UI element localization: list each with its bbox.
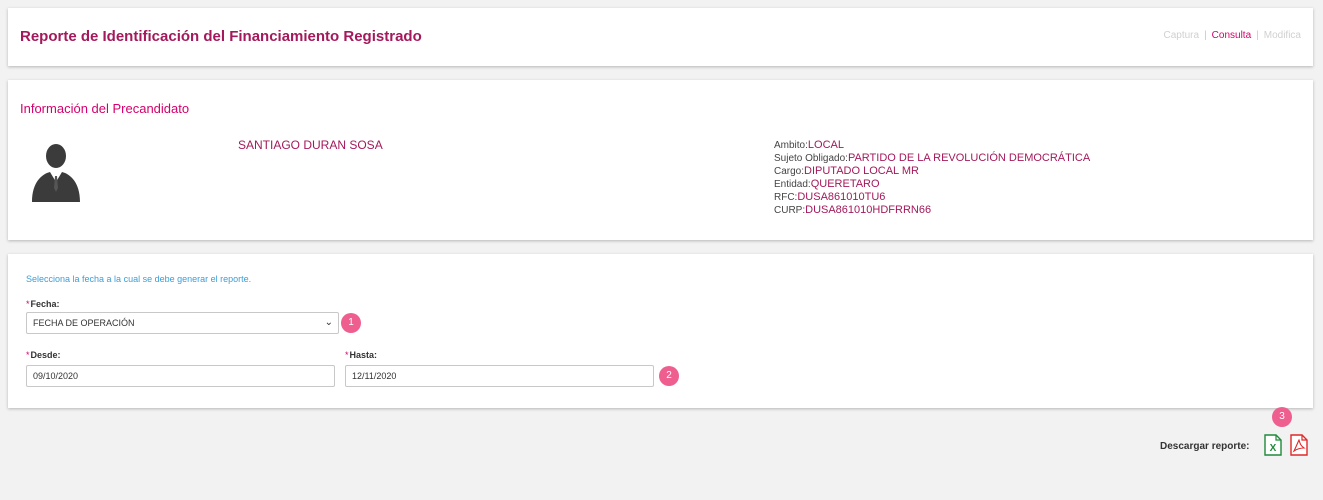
detail-sujeto-obligado: Sujeto Obligado:PARTIDO DE LA REVOLUCIÓN… bbox=[774, 152, 1091, 164]
desde-input[interactable]: 09/10/2020 bbox=[26, 365, 335, 387]
detail-curp: CURP:DUSA861010HDFRRN66 bbox=[774, 204, 932, 216]
detail-ambito: Ambito:LOCAL bbox=[774, 139, 844, 151]
nav-consulta[interactable]: Consulta bbox=[1212, 30, 1251, 41]
fecha-select[interactable]: FECHA DE OPERACIÓN ⌄ bbox=[26, 312, 339, 334]
pdf-file-icon[interactable] bbox=[1290, 434, 1308, 456]
detail-entidad: Entidad:QUERETARO bbox=[774, 178, 880, 190]
hasta-label: *Hasta: bbox=[345, 350, 378, 360]
step-badge-2: 2 bbox=[659, 366, 679, 386]
precandidato-card: Información del Precandidato SANTIAGO DU… bbox=[8, 80, 1313, 240]
detail-rfc: RFC:DUSA861010TU6 bbox=[774, 191, 886, 203]
candidate-details: Ambito:LOCAL Sujeto Obligado:PARTIDO DE … bbox=[774, 139, 1090, 217]
step-badge-1: 1 bbox=[341, 313, 361, 333]
excel-file-icon[interactable]: X bbox=[1264, 434, 1282, 456]
nav-modifica[interactable]: Modifica bbox=[1264, 30, 1301, 41]
download-label: Descargar reporte: bbox=[1160, 441, 1250, 452]
desde-label: *Desde: bbox=[26, 350, 61, 360]
hasta-input[interactable]: 12/11/2020 bbox=[345, 365, 654, 387]
report-form-card: Selecciona la fecha a la cual se debe ge… bbox=[8, 254, 1313, 408]
top-nav: Captura | Consulta | Modifica bbox=[1163, 30, 1301, 41]
nav-captura[interactable]: Captura bbox=[1163, 30, 1199, 41]
form-instructions: Selecciona la fecha a la cual se debe ge… bbox=[26, 274, 252, 284]
section-title: Información del Precandidato bbox=[20, 101, 190, 116]
detail-cargo: Cargo:DIPUTADO LOCAL MR bbox=[774, 165, 919, 177]
user-silhouette-icon bbox=[24, 138, 88, 202]
excel-letter: X bbox=[1270, 443, 1277, 454]
candidate-name: SANTIAGO DURAN SOSA bbox=[238, 138, 383, 152]
step-badge-3: 3 bbox=[1272, 407, 1292, 427]
header-card: Reporte de Identificación del Financiami… bbox=[8, 8, 1313, 66]
page-title: Reporte de Identificación del Financiami… bbox=[20, 28, 422, 45]
nav-separator: | bbox=[1256, 30, 1259, 41]
fecha-label: *Fecha: bbox=[26, 299, 60, 309]
nav-separator: | bbox=[1204, 30, 1207, 41]
chevron-down-icon: ⌄ bbox=[324, 317, 333, 328]
fecha-selected-value: FECHA DE OPERACIÓN bbox=[33, 318, 135, 328]
